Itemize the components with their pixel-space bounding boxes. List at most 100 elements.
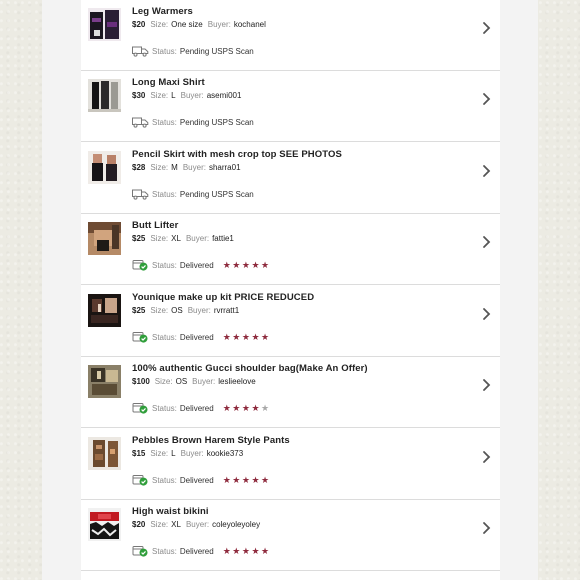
status-label: Status: <box>152 546 177 556</box>
item-thumbnail[interactable] <box>88 222 121 255</box>
item-size: XL <box>171 234 181 243</box>
item-title: Pebbles Brown Harem Style Pants <box>132 435 290 446</box>
star-icon: ★ <box>222 331 231 342</box>
size-label: Size: <box>150 449 169 458</box>
list-item[interactable]: Younique make up kit PRICE REDUCED $25 Siz… <box>81 286 500 357</box>
list-item[interactable]: Pencil Skirt with mesh crop top SEE PHOT… <box>81 143 500 214</box>
chevron-right-icon[interactable] <box>481 164 491 178</box>
list-item[interactable]: Long Maxi Shirt $30 Size: L Buyer: asemi001 St… <box>81 71 500 142</box>
star-icon: ★ <box>222 474 231 485</box>
buyer-label: Buyer: <box>180 91 204 100</box>
right-gutter <box>500 0 538 580</box>
shipping-truck-icon <box>132 116 152 128</box>
item-thumbnail[interactable] <box>88 151 121 184</box>
rating-stars: ★ ★ ★ ★ ★ <box>222 474 271 485</box>
item-price: $20 <box>132 520 146 529</box>
star-icon: ★ <box>232 545 241 556</box>
item-thumbnail[interactable] <box>88 79 121 112</box>
item-thumbnail[interactable] <box>88 8 121 41</box>
left-gutter <box>42 0 81 580</box>
item-buyer: asemi001 <box>206 91 242 100</box>
item-meta: $15 Size: L Buyer: kookie373 <box>132 449 243 458</box>
shipping-truck-icon <box>132 188 152 200</box>
status-value: Delivered <box>179 475 214 485</box>
buyer-label: Buyer: <box>180 449 204 458</box>
star-icon: ★ <box>251 402 260 413</box>
chevron-right-icon[interactable] <box>481 450 491 464</box>
item-meta: $30 Size: L Buyer: asemi001 <box>132 91 241 100</box>
star-icon: ★ <box>232 259 241 270</box>
item-size: L <box>171 91 176 100</box>
list-item[interactable]: 100% authentic Gucci shoulder bag(Make A… <box>81 357 500 428</box>
item-price: $20 <box>132 20 146 29</box>
rating-stars: ★ ★ ★ ★ ★ <box>223 402 271 413</box>
shipping-truck-icon <box>132 45 152 57</box>
buyer-label: Buyer: <box>207 20 231 29</box>
delivered-check-icon <box>132 402 152 414</box>
status-label: Status: <box>152 189 177 199</box>
star-icon: ★ <box>232 474 241 485</box>
item-title: Butt Lifter <box>132 220 179 231</box>
status-label: Status: <box>152 46 177 56</box>
item-status: Status: Delivered ★ ★ ★ ★ ★ <box>132 259 271 271</box>
item-thumbnail[interactable] <box>88 294 121 327</box>
item-thumbnail[interactable] <box>88 508 121 541</box>
status-value: Delivered <box>179 403 214 413</box>
item-price: $100 <box>132 377 150 386</box>
item-buyer: rvrratt1 <box>213 306 240 315</box>
star-icon: ★ <box>241 545 250 556</box>
item-size: XL <box>171 520 181 529</box>
status-label: Status: <box>152 260 177 270</box>
delivered-check-icon <box>132 474 152 486</box>
status-label: Status: <box>152 475 177 485</box>
item-title: High waist bikini <box>132 506 209 517</box>
item-size: One size <box>171 20 203 29</box>
chevron-right-icon[interactable] <box>481 235 491 249</box>
item-thumbnail[interactable] <box>88 437 121 470</box>
list-item[interactable]: Leg Warmers $20 Size: One size Buyer: kochane… <box>81 0 500 71</box>
list-item[interactable]: High waist bikini $20 Size: XL Buyer: coleyol… <box>81 500 500 571</box>
item-buyer: leslieelove <box>218 377 256 386</box>
item-price: $25 <box>132 234 146 243</box>
rating-stars: ★ ★ ★ ★ ★ <box>222 331 271 342</box>
chevron-right-icon[interactable] <box>481 92 491 106</box>
rating-stars: ★ ★ ★ ★ ★ <box>223 545 271 556</box>
item-title: Pencil Skirt with mesh crop top SEE PHOT… <box>132 149 342 160</box>
item-price: $15 <box>132 449 146 458</box>
delivered-check-icon <box>132 545 152 557</box>
buyer-label: Buyer: <box>185 520 210 529</box>
delivered-check-icon <box>132 331 152 343</box>
chevron-right-icon[interactable] <box>481 21 491 35</box>
size-label: Size: <box>150 520 169 529</box>
item-buyer: kochanel <box>233 20 266 29</box>
item-meta: $28 Size: M Buyer: sharra01 <box>132 163 241 172</box>
list-item[interactable]: Pebbles Brown Harem Style Pants $15 Size: L… <box>81 429 500 500</box>
chevron-right-icon[interactable] <box>481 521 491 535</box>
chevron-right-icon[interactable] <box>481 307 491 321</box>
star-icon: ★ <box>261 402 270 413</box>
chevron-right-icon[interactable] <box>481 378 491 392</box>
size-label: Size: <box>150 163 169 172</box>
item-status: Status: Delivered ★ ★ ★ ★ ★ <box>132 474 271 486</box>
item-status: Status: Pending USPS Scan <box>132 188 254 200</box>
status-label: Status: <box>152 332 177 342</box>
item-title: Leg Warmers <box>132 6 193 17</box>
item-status: Status: Pending USPS Scan <box>132 45 254 57</box>
star-icon: ★ <box>241 331 250 342</box>
list-item[interactable]: Butt Lifter $25 Size: XL Buyer: fattie1 Status… <box>81 214 500 285</box>
star-icon: ★ <box>232 331 241 342</box>
item-buyer: sharra01 <box>208 163 241 172</box>
star-icon: ★ <box>251 545 260 556</box>
buyer-label: Buyer: <box>185 234 210 243</box>
rating-stars: ★ ★ ★ ★ ★ <box>223 259 271 270</box>
status-value: Pending USPS Scan <box>179 189 254 199</box>
star-icon: ★ <box>261 259 270 270</box>
star-icon: ★ <box>232 402 241 413</box>
item-buyer: fattie1 <box>212 234 234 243</box>
item-meta: $20 Size: XL Buyer: coleyoleyoley <box>132 520 260 529</box>
item-meta: $20 Size: One size Buyer: kochanel <box>132 20 266 29</box>
star-icon: ★ <box>241 259 250 270</box>
item-thumbnail[interactable] <box>88 365 121 398</box>
size-label: Size: <box>154 377 173 386</box>
status-label: Status: <box>152 117 177 127</box>
